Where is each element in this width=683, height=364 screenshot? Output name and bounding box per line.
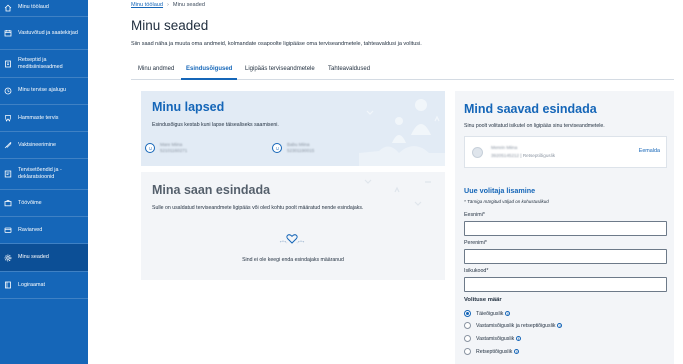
active-tab-indicator: [181, 78, 237, 80]
sidebar-item-label: Minu tervise ajalugu: [18, 87, 66, 94]
sidebar-item-invoices[interactable]: Raviarved: [0, 217, 88, 243]
certificate-icon: [4, 170, 12, 178]
main-content: Minu töölaud › Minu seaded Minu seaded Sii…: [88, 0, 683, 364]
children-panel-subtitle: Esindusõigus kestab kuni lapse täisealis…: [152, 122, 279, 128]
sidebar-item-dental[interactable]: Hammaste tervis: [0, 105, 88, 131]
sidebar-item-label: Tervisetõendid ja -deklaratsioonid: [18, 167, 62, 180]
radio-button[interactable]: [464, 322, 471, 329]
child-card[interactable]: Babu Miina 52301190015: [272, 142, 314, 154]
info-icon[interactable]: i: [505, 311, 511, 316]
child-face-icon: [145, 143, 155, 153]
calendar-icon: [4, 29, 12, 37]
can-represent-subtitle: Sulle on usaldatud terviseandmete ligipä…: [152, 205, 364, 211]
invoice-icon: [4, 226, 12, 234]
radio-button[interactable]: [464, 348, 471, 355]
sidebar-item-label: Töövõime: [18, 199, 42, 206]
can-represent-title: Mina saan esindada: [152, 183, 271, 197]
breadcrumb-separator: ›: [167, 2, 169, 8]
representative-id-code: 39205145212: [491, 153, 520, 158]
sidebar-item-dashboard[interactable]: Minu töölaud: [0, 0, 88, 15]
breadcrumb-home-link[interactable]: Minu töölaud: [131, 2, 163, 8]
decorative-pattern: [364, 179, 431, 206]
can-represent-panel: Mina saan esindada Sulle on usaldatud te…: [141, 172, 445, 280]
empty-state-text: Sind ei ole keegi enda esindajaks määran…: [242, 257, 344, 263]
child-card[interactable]: Mare Miina 52101160271: [145, 142, 187, 154]
page-description: Siin saad näha ja muuta oma andmeid, kol…: [131, 41, 422, 47]
sidebar-item-label: Logiraamat: [18, 281, 45, 288]
tab-declarations-of-intent[interactable]: Tahteavaldused: [328, 66, 370, 72]
tab-my-data[interactable]: Minu andmed: [138, 66, 174, 72]
tab-health-data-access[interactable]: Ligipääs terviseandmetele: [245, 66, 315, 72]
tab-representation-rights[interactable]: Esindusõigused: [186, 66, 232, 72]
representative-card: Merein Miina 39205145212 | Retseptiõigus…: [464, 136, 667, 168]
prescription-icon: [4, 60, 12, 68]
info-icon[interactable]: i: [557, 323, 563, 328]
authority-option-respond-and-prescription[interactable]: Vastamisõiguslik ja retseptiõiguslik i: [464, 321, 563, 330]
home-icon: [4, 4, 12, 12]
children-panel: Minu lapsed Esindusõigus kestab kuni lap…: [141, 91, 445, 166]
sidebar-item-health-history[interactable]: Minu tervise ajalugu: [0, 78, 88, 103]
add-representative-title: Uue volitaja lisamine: [464, 186, 536, 195]
sidebar-item-vaccination[interactable]: Vaktsineerimine: [0, 132, 88, 158]
child-id-code: 52101160271: [160, 148, 188, 153]
breadcrumb: Minu töölaud › Minu seaded: [131, 2, 205, 8]
representative-name: Merein Miina: [491, 145, 518, 150]
representative-role: Retseptiõiguslik: [522, 153, 556, 158]
info-icon[interactable]: i: [514, 349, 520, 354]
sidebar: Minu töölaud Vastuvõtud ja saatekirjad R…: [0, 0, 88, 364]
representative-details: 39205145212 | Retseptiõiguslik: [491, 153, 556, 158]
gear-icon: [4, 254, 12, 262]
tab-bar: Minu andmed Esindusõigused Ligipääs terv…: [131, 62, 674, 80]
family-illustration: [359, 99, 445, 166]
authority-option-prescription[interactable]: Retseptiõiguslik i: [464, 347, 520, 356]
first-name-label: Eesnimi*: [464, 212, 485, 218]
sidebar-item-label: Minu töölaud: [18, 4, 49, 11]
sidebar-item-prescriptions[interactable]: Retseptid ja meditsiiniseadmed: [0, 50, 88, 77]
radio-label: Täieõiguslik: [476, 310, 504, 317]
info-icon[interactable]: i: [516, 336, 522, 341]
avatar: [472, 147, 483, 158]
represented-by-panel: Mind saavad esindada Sinu poolt volitatu…: [455, 91, 674, 364]
history-icon: [4, 87, 12, 95]
last-name-label: Perenimi*: [464, 240, 487, 246]
sidebar-item-label: Vaktsineerimine: [18, 141, 56, 148]
id-code-input[interactable]: [464, 277, 667, 292]
sidebar-item-certificates[interactable]: Tervisetõendid ja -deklaratsioonid: [0, 159, 88, 189]
breadcrumb-current: Minu seaded: [172, 2, 205, 8]
sidebar-item-label: Retseptid ja meditsiiniseadmed: [18, 56, 63, 70]
sidebar-item-settings[interactable]: Minu seaded: [0, 244, 88, 271]
logbook-icon: [4, 281, 12, 289]
sidebar-item-label: Vastuvõtud ja saatekirjad: [18, 29, 78, 36]
radio-label: Retseptiõiguslik: [476, 348, 513, 355]
last-name-input[interactable]: [464, 249, 667, 264]
required-fields-note: * Tärniga märgitud väljad on kohustuslik…: [464, 199, 549, 204]
represented-by-subtitle: Sinu poolt volitatud isikutel on ligipää…: [464, 123, 605, 129]
authority-level-title: Volituse määr: [464, 297, 502, 303]
tooth-icon: [4, 114, 12, 122]
radio-button-selected[interactable]: [464, 310, 471, 317]
radio-label: Vastamisõiguslik ja retseptiõiguslik: [476, 322, 556, 329]
sidebar-divider: [0, 298, 88, 299]
syringe-icon: [4, 141, 12, 149]
authority-option-respond[interactable]: Vastamisõiguslik i: [464, 334, 522, 343]
page-title: Minu seaded: [131, 18, 209, 33]
child-face-icon: [272, 143, 282, 153]
sidebar-item-appointments[interactable]: Vastuvõtud ja saatekirjad: [0, 17, 88, 49]
briefcase-icon: [4, 199, 12, 207]
remove-representative-link[interactable]: Eemalda: [639, 148, 660, 154]
radio-button[interactable]: [464, 335, 471, 342]
first-name-input[interactable]: [464, 221, 667, 236]
sidebar-item-label: Minu seaded: [18, 254, 49, 261]
sidebar-item-label: Raviarved: [18, 226, 43, 233]
empty-hands-heart-icon: [279, 234, 305, 244]
sidebar-item-work-capacity[interactable]: Töövõime: [0, 190, 88, 216]
child-id-code: 52301190015: [287, 148, 315, 153]
id-code-label: Isikukood*: [464, 268, 489, 274]
authority-option-full[interactable]: Täieõiguslik i: [464, 309, 511, 318]
sidebar-item-logbook[interactable]: Logiraamat: [0, 272, 88, 298]
radio-label: Vastamisõiguslik: [476, 335, 515, 342]
represented-by-title: Mind saavad esindada: [464, 102, 597, 116]
children-panel-title: Minu lapsed: [152, 100, 225, 114]
sidebar-item-label: Hammaste tervis: [18, 114, 59, 121]
